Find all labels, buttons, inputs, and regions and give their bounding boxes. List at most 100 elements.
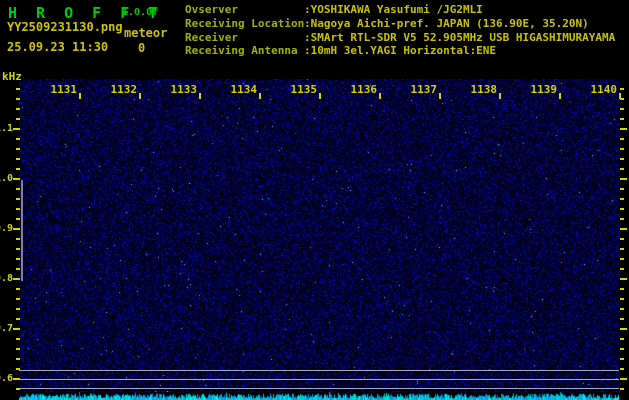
frequency-axis-minor-tick — [16, 248, 20, 250]
frequency-axis-minor-tick — [16, 268, 20, 270]
station-info-row: Receiving Location:Nagoya Aichi-pref. JA… — [185, 17, 615, 31]
frequency-axis-minor-tick — [620, 198, 624, 200]
frequency-axis-tick — [620, 128, 627, 130]
frequency-axis-minor-tick — [16, 118, 20, 120]
frequency-axis-label: 1.0 — [0, 173, 13, 184]
frequency-axis-minor-tick — [620, 388, 624, 390]
frequency-axis-tick — [620, 378, 627, 380]
frequency-axis-label: 0.7 — [0, 323, 13, 334]
time-axis-tick — [379, 93, 381, 99]
frequency-axis-tick — [13, 228, 20, 230]
time-axis-label: 1134 — [230, 83, 258, 96]
frequency-axis-unit: kHz — [2, 70, 22, 83]
frequency-axis-label: 0.8 — [0, 273, 13, 284]
level-meter-canvas — [19, 392, 619, 400]
frequency-axis-minor-tick — [620, 118, 624, 120]
time-axis-tick — [139, 93, 141, 99]
frequency-axis-tick — [620, 228, 627, 230]
frequency-axis-tick — [13, 278, 20, 280]
frequency-axis-minor-tick — [620, 368, 624, 370]
frequency-axis-minor-tick — [620, 208, 624, 210]
time-axis-tick — [79, 93, 81, 99]
frequency-axis-minor-tick — [620, 218, 624, 220]
frequency-axis-minor-tick — [16, 188, 20, 190]
time-axis-label: 1140 — [590, 83, 618, 96]
reference-line — [19, 379, 619, 380]
frequency-axis-minor-tick — [16, 338, 20, 340]
frequency-axis-label: 0.6 — [0, 373, 13, 384]
frequency-axis-minor-tick — [16, 348, 20, 350]
station-info-row: Ovserver :YOSHIKAWA Yasufumi /JG2MLI — [185, 3, 615, 17]
frequency-axis-minor-tick — [620, 168, 624, 170]
frequency-axis-minor-tick — [620, 308, 624, 310]
frequency-axis-minor-tick — [620, 148, 624, 150]
time-axis-label: 1131 — [50, 83, 78, 96]
frequency-axis-minor-tick — [620, 348, 624, 350]
station-info-label: Receiving Antenna — [185, 44, 298, 58]
frequency-axis-minor-tick — [16, 318, 20, 320]
frequency-axis-minor-tick — [620, 298, 624, 300]
frequency-axis-label: 1.1 — [0, 123, 13, 134]
frequency-axis-minor-tick — [620, 358, 624, 360]
frequency-axis-tick — [620, 328, 627, 330]
station-info-label: Ovserver — [185, 3, 238, 16]
station-info-label: Receiver — [185, 30, 238, 44]
time-axis-tick — [499, 93, 501, 99]
hrofft-window: H R O F F T 1.0.0f YY2509231130.png mete… — [0, 0, 629, 400]
time-axis-label: 1137 — [410, 83, 438, 96]
frequency-axis-minor-tick — [620, 238, 624, 240]
frequency-axis-minor-tick — [16, 238, 20, 240]
mode-label: meteor — [124, 26, 168, 40]
time-axis-label: 1136 — [350, 83, 378, 96]
frequency-axis-minor-tick — [16, 138, 20, 140]
frequency-axis-minor-tick — [620, 108, 624, 110]
frequency-axis-tick — [13, 328, 20, 330]
frequency-axis-minor-tick — [16, 148, 20, 150]
frequency-axis-minor-tick — [620, 98, 624, 100]
frequency-axis-minor-tick — [620, 318, 624, 320]
frequency-axis-tick — [620, 278, 627, 280]
station-info-value: :YOSHIKAWA Yasufumi /JG2MLI — [304, 3, 483, 16]
time-axis-label: 1133 — [170, 83, 198, 96]
frequency-axis-tick — [620, 178, 627, 180]
frequency-axis-minor-tick — [620, 188, 624, 190]
station-info-value: :SMArt RTL-SDR V5 52.905MHz USB HIGASHIM… — [304, 30, 616, 44]
frequency-axis-minor-tick — [620, 248, 624, 250]
station-info-label: Receiving Location — [185, 16, 305, 30]
frequency-axis-minor-tick — [16, 358, 20, 360]
time-axis-label: 1135 — [290, 83, 318, 96]
frequency-axis-minor-tick — [620, 288, 624, 290]
station-info-row: Receiving Antenna :10mH 3el.YAGI Horizont… — [185, 44, 615, 58]
frequency-axis-label: 0.9 — [0, 223, 13, 234]
time-axis-label: 1138 — [470, 83, 498, 96]
frequency-axis-tick — [13, 128, 20, 130]
reference-line — [19, 370, 619, 371]
frequency-axis-minor-tick — [16, 208, 20, 210]
time-axis-tick — [559, 93, 561, 99]
frequency-axis-minor-tick — [620, 138, 624, 140]
time-axis-tick — [319, 93, 321, 99]
time-axis-tick — [259, 93, 261, 99]
frequency-axis-minor-tick — [620, 88, 624, 90]
app-version: 1.0.0f — [122, 7, 159, 18]
frequency-axis-minor-tick — [16, 258, 20, 260]
record-datetime: 25.09.23 11:30 — [7, 40, 109, 54]
frequency-axis-minor-tick — [16, 308, 20, 310]
frequency-axis-minor-tick — [620, 338, 624, 340]
frequency-axis-minor-tick — [620, 258, 624, 260]
frequency-axis-minor-tick — [620, 158, 624, 160]
time-axis-label: 1139 — [530, 83, 558, 96]
frequency-axis-minor-tick — [16, 158, 20, 160]
frequency-axis-minor-tick — [16, 218, 20, 220]
spectrogram-canvas — [19, 79, 619, 392]
frequency-axis-minor-tick — [620, 268, 624, 270]
frequency-axis-tick — [13, 178, 20, 180]
frequency-axis-minor-tick — [16, 288, 20, 290]
meteor-count: 0 — [138, 41, 146, 55]
frequency-axis-minor-tick — [16, 88, 20, 90]
time-axis-tick — [199, 93, 201, 99]
start-marker-line — [21, 180, 23, 281]
frequency-axis-minor-tick — [16, 298, 20, 300]
station-info-row: Receiver :SMArt RTL-SDR V5 52.905MHz USB … — [185, 31, 615, 45]
station-info-value: :10mH 3el.YAGI Horizontal:ENE — [304, 44, 497, 58]
